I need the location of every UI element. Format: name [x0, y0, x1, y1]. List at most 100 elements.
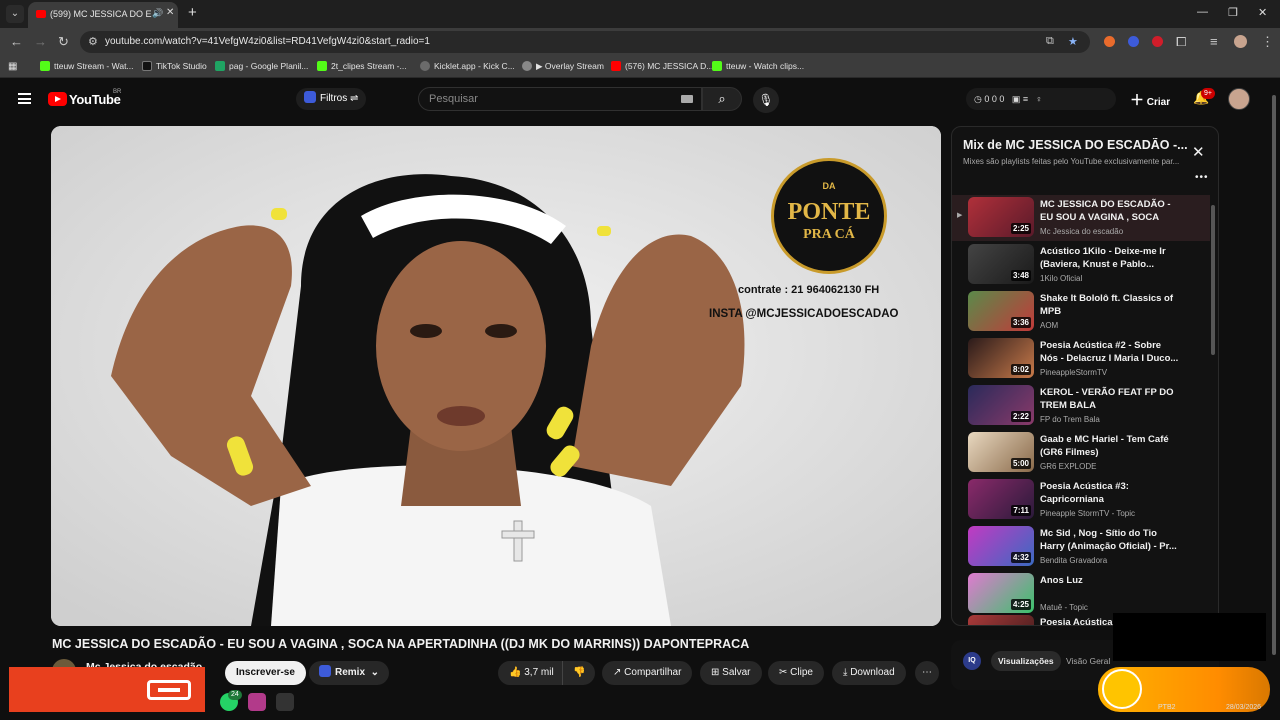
search-input[interactable]: Pesquisar [418, 87, 702, 111]
browser-tab[interactable]: (599) MC JESSICA DO ESCA 🔊 ✕ [28, 2, 178, 28]
whatsapp-badge: 24 [228, 690, 242, 700]
bookmark-item[interactable]: tteuw Stream - Wat... [40, 61, 134, 71]
kick-icon [40, 61, 50, 71]
forward-icon[interactable]: → [34, 34, 47, 49]
system-date[interactable]: 28/03/2026 [1226, 704, 1261, 711]
bookmark-star-icon[interactable]: ★ [1068, 35, 1078, 48]
apps-grid-icon[interactable]: ▦ [8, 61, 17, 72]
kick-icon [317, 61, 327, 71]
tab-close-icon[interactable]: ✕ [166, 7, 174, 18]
more-icon: ⋯ [922, 667, 932, 678]
video-player[interactable]: DA PONTE PRA CÁ contrate : 21 964062130 … [51, 126, 941, 626]
bookmark-item[interactable]: Kicklet.app - Kick C... [420, 61, 515, 71]
playlist-item[interactable]: 4:32 Mc Sid , Nog - Sítio do Tio Harry (… [952, 524, 1210, 570]
playlist-item[interactable]: 4:25 Anos Luz Matuê - Topic [952, 571, 1210, 617]
app-icon[interactable] [276, 693, 294, 711]
extension-icon[interactable] [1104, 36, 1115, 47]
remix-button[interactable]: Remix ⌄ [309, 661, 389, 685]
playlist-item[interactable]: 7:11 Poesia Acústica #3: Capricorniana P… [952, 477, 1210, 523]
download-button[interactable]: ⤓ Download [832, 661, 906, 685]
duration-badge: 4:32 [1010, 552, 1031, 563]
tab-visao-geral[interactable]: Visão Geral [1066, 656, 1110, 666]
reading-list-icon[interactable]: ≡ [1210, 34, 1218, 49]
window-close-icon[interactable]: ✕ [1258, 6, 1267, 19]
cast-icon[interactable]: ⧉ [1046, 35, 1054, 48]
extension-icon[interactable] [1128, 36, 1139, 47]
bookmark-item[interactable]: tteuw - Watch clips... [712, 61, 804, 71]
video-thumbnail: 2:25 [968, 197, 1034, 237]
playlist-item[interactable]: 3:48 Acústico 1Kilo - Deixe-me Ir (Bavie… [952, 242, 1210, 288]
url-text[interactable]: youtube.com/watch?v=41VefgW4zi0&list=RD4… [105, 36, 430, 47]
bookmark-label: Kicklet.app - Kick C... [434, 61, 515, 71]
bookmark-item[interactable]: 2t_clipes Stream -... [317, 61, 407, 71]
clip-button[interactable]: ✂ Clipe [768, 661, 824, 685]
share-button[interactable]: ↗ Compartilhar [602, 661, 693, 685]
playlist-item[interactable]: ▶ 2:25 MC JESSICA DO ESCADÃO - EU SOU A … [952, 195, 1210, 241]
page-scrollbar[interactable] [1272, 95, 1276, 655]
menu-icon[interactable] [18, 93, 31, 104]
playlist-item[interactable]: 2:22 KEROL - VERÃO FEAT FP DO TREM BALA … [952, 383, 1210, 429]
playlist-item[interactable]: 5:00 Gaab e MC Hariel - Tem Café (GR6 Fi… [952, 430, 1210, 476]
playlist-item[interactable]: 3:36 Shake It Bololô ft. Classics of MPB… [952, 289, 1210, 335]
playlist-item-title: MC JESSICA DO ESCADÃO - EU SOU A VAGINA … [1040, 199, 1171, 223]
bookmark-item[interactable]: pag - Google Planil... [215, 61, 308, 71]
back-icon[interactable]: ← [10, 34, 23, 49]
playlist-item-channel: 1Kilo Oficial [1040, 274, 1083, 283]
video-thumbnail: 3:36 [968, 291, 1034, 331]
stream-overlay-banner [9, 667, 205, 712]
save-label: Salvar [722, 667, 751, 678]
more-actions-button[interactable]: ⋯ [915, 661, 939, 685]
download-icon: ⤓ [843, 667, 848, 678]
omnibox[interactable]: ⚙ youtube.com/watch?v=41VefgW4zi0&list=R… [80, 31, 1090, 53]
speaker-icon[interactable]: 🔊 [152, 8, 163, 19]
create-button[interactable]: ＋ Criar [1130, 90, 1170, 110]
new-tab-button[interactable]: + [188, 4, 197, 21]
maximize-icon[interactable]: ❐ [1228, 6, 1238, 19]
playlist-subtitle: Mixes são playlists feitas pelo YouTube … [963, 157, 1180, 166]
extensions-puzzle-icon[interactable]: ⧠ [1176, 34, 1186, 50]
extension-icon[interactable] [1152, 36, 1163, 47]
extension-stats[interactable]: ◷ 0 0 0 ▣ ≡ ♀ [966, 88, 1116, 110]
thumbs-up-icon: 👍 [509, 667, 522, 678]
playlist-scrollbar[interactable] [1211, 205, 1215, 355]
logo-text-mid: PONTE [787, 199, 871, 225]
search-button[interactable]: ⌕ [702, 87, 742, 111]
tab-visualizacoes[interactable]: Visualizações [991, 651, 1061, 671]
keyboard-language[interactable]: PTB2 [1158, 704, 1176, 711]
plus-icon: ＋ [1130, 92, 1144, 108]
playlist-title[interactable]: Mix de MC JESSICA DO ESCADÃO -... [963, 138, 1193, 152]
clip-label: Clipe [790, 667, 813, 678]
site-info-icon[interactable]: ⚙ [88, 35, 98, 48]
profile-avatar-icon[interactable] [1234, 35, 1247, 48]
playlist-item-channel: PineappleStormTV [1040, 368, 1108, 377]
create-label: Criar [1146, 97, 1171, 108]
minimize-icon[interactable]: — [1197, 6, 1208, 18]
duration-badge: 7:11 [1011, 505, 1031, 516]
overlay-logo-icon [147, 680, 191, 700]
keyboard-icon[interactable] [681, 95, 693, 103]
bookmark-item[interactable]: (576) MC JESSICA D... [611, 61, 713, 71]
youtube-logo-icon[interactable] [48, 92, 67, 106]
globe-icon [522, 61, 532, 71]
playlist-item[interactable]: 8:02 Poesia Acústica #2 - Sobre Nós - De… [952, 336, 1210, 382]
tab-search-button[interactable]: ⌄ [6, 5, 24, 23]
filters-button[interactable]: Filtros ⇌ [296, 88, 367, 110]
bookmark-item[interactable]: TikTok Studio [142, 61, 207, 71]
reload-icon[interactable]: ↻ [58, 34, 69, 50]
dislike-button[interactable]: 👎 [562, 661, 596, 685]
share-label: Compartilhar [624, 667, 682, 678]
stats-counts: 0 0 0 [984, 94, 1005, 104]
video-thumbnail: 5:00 [968, 432, 1034, 472]
save-icon: ⊞ [711, 667, 720, 678]
save-button[interactable]: ⊞ Salvar [700, 661, 762, 685]
duration-badge: 3:36 [1010, 317, 1031, 328]
duration-badge: 5:00 [1010, 458, 1031, 469]
voice-search-button[interactable]: 🎙 [753, 87, 779, 113]
avatar[interactable] [1228, 88, 1250, 110]
subscribe-button[interactable]: Inscrever-se [225, 661, 306, 685]
app-icon[interactable] [248, 693, 266, 711]
close-icon[interactable]: ✕ [1192, 143, 1205, 161]
bookmark-item[interactable]: ▶ Overlay Stream [522, 61, 604, 72]
more-icon[interactable]: ••• [1195, 172, 1209, 183]
browser-menu-icon[interactable]: ⋮ [1261, 34, 1274, 50]
